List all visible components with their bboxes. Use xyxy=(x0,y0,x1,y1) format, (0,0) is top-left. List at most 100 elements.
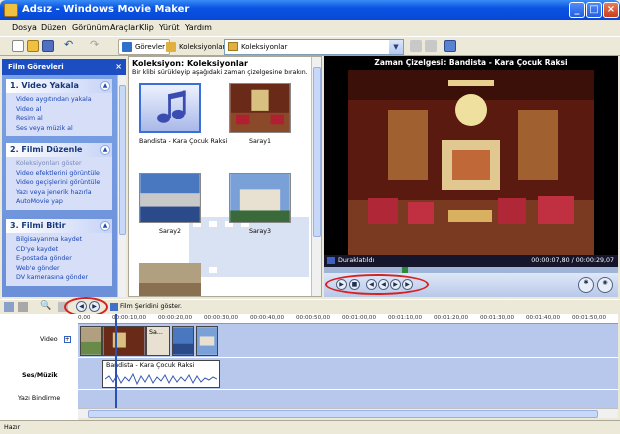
title-overlay-track-label: Yazı Bindirme xyxy=(18,395,61,402)
redo-icon[interactable]: ↷ xyxy=(90,39,102,52)
expand-track-icon[interactable]: + xyxy=(63,336,71,343)
show-storyboard-link[interactable]: Film Şeridini göster. xyxy=(120,303,182,310)
task-link[interactable]: DV kamerasına gönder xyxy=(16,273,108,283)
partial-clip-thumbnail[interactable] xyxy=(139,263,201,297)
close-icon[interactable]: × xyxy=(115,62,122,71)
task-link[interactable]: Ses veya müzik al xyxy=(16,124,108,134)
menu-play[interactable]: Yürüt xyxy=(159,23,180,32)
video-clip[interactable] xyxy=(80,326,102,356)
next-frame-button[interactable]: ▶ xyxy=(402,279,413,290)
task-link[interactable]: E-postada gönder xyxy=(16,254,108,264)
zoom-out-icon[interactable] xyxy=(58,302,68,312)
timeline-tracks: Sa... Bandista - Kara Çocuk Raksi xyxy=(78,324,618,408)
up-folder-icon[interactable] xyxy=(410,40,422,52)
undo-icon[interactable]: ↶ xyxy=(64,39,76,52)
video-track[interactable]: Sa... xyxy=(78,324,618,358)
new-folder-icon[interactable] xyxy=(425,40,437,52)
task-link[interactable]: Video al xyxy=(16,105,108,115)
menu-edit[interactable]: Düzen xyxy=(41,23,66,32)
chevron-up-icon[interactable]: ▲ xyxy=(100,81,110,91)
zoom-in-icon[interactable]: 🔍 xyxy=(40,302,51,312)
audio-clip[interactable]: Bandista - Kara Çocuk Raksi xyxy=(102,360,220,388)
close-button[interactable]: × xyxy=(603,2,619,18)
open-folder-icon[interactable] xyxy=(27,40,39,52)
rewind-timeline-button[interactable]: ◀ xyxy=(76,301,87,312)
scrollbar-thumb[interactable] xyxy=(119,85,126,235)
clip-saray1[interactable]: Saray1 xyxy=(229,83,291,145)
video-clip[interactable] xyxy=(196,326,218,356)
split-clip-icon[interactable]: ✱ xyxy=(578,277,594,293)
minimize-button[interactable]: _ xyxy=(569,2,585,18)
task-link[interactable]: Resim al xyxy=(16,114,108,124)
audio-track-label: Ses/Müzik xyxy=(22,372,58,379)
menu-bar: Dosya Düzen Görünüm Araçlar Klip Yürüt Y… xyxy=(0,20,620,36)
task-link[interactable]: Yazı veya jenerik hazırla xyxy=(16,188,108,198)
save-icon[interactable] xyxy=(42,40,54,52)
timeline-toolbar: 🔍 ◀ ▶ Film Şeridini göster. xyxy=(0,299,620,314)
play-timeline-button[interactable]: ▶ xyxy=(89,301,100,312)
clip-saray2[interactable]: Saray2 xyxy=(139,173,201,235)
video-clip[interactable] xyxy=(172,326,194,356)
task-link[interactable]: Koleksiyonları göster xyxy=(16,159,108,169)
narrate-icon[interactable] xyxy=(18,302,28,312)
clip-saray3[interactable]: Saray3 xyxy=(229,173,291,235)
task-link[interactable]: Web'e gönder xyxy=(16,264,108,274)
video-clip[interactable] xyxy=(102,326,146,356)
palace-gate-thumbnail xyxy=(229,173,291,223)
task-link[interactable]: Video efektlerini görüntüle xyxy=(16,169,108,179)
views-icon[interactable] xyxy=(444,40,456,52)
task-link[interactable]: Video aygıtından yakala xyxy=(16,95,108,105)
take-picture-icon[interactable]: ◉ xyxy=(597,277,613,293)
menu-help[interactable]: Yardım xyxy=(185,23,212,32)
tasks-icon xyxy=(122,42,132,52)
movie-maker-app-icon[interactable] xyxy=(4,3,18,17)
audio-track[interactable]: Bandista - Kara Çocuk Raksi xyxy=(78,358,618,390)
movie-tasks-pane: Film Görevleri × 1. Video Yakala ▲ Video… xyxy=(2,59,126,297)
play-button[interactable]: ▶ xyxy=(336,279,347,290)
scrollbar-thumb[interactable] xyxy=(313,67,321,237)
task-link[interactable]: Video geçişlerini görüntüle xyxy=(16,178,108,188)
menu-view[interactable]: Görünüm xyxy=(72,23,109,32)
collection-scrollbar[interactable] xyxy=(311,57,321,296)
dropdown-arrow-icon[interactable]: ▼ xyxy=(389,40,403,54)
chevron-up-icon[interactable]: ▲ xyxy=(100,145,110,155)
tasks-pane-scrollbar[interactable] xyxy=(117,75,126,297)
maximize-button[interactable]: □ xyxy=(586,2,602,18)
fast-forward-button[interactable]: ▶ xyxy=(390,279,401,290)
timeline-playhead[interactable] xyxy=(115,314,117,408)
window-title: Adsız - Windows Movie Maker xyxy=(22,4,190,15)
timeline-ruler[interactable]: 0,00 00:00:10,00 00:00:20,00 00:00:30,00… xyxy=(78,314,618,324)
playback-time: 00:00:07,80 / 00:00:29,07 xyxy=(531,257,614,264)
task-link[interactable]: CD'ye kaydet xyxy=(16,245,108,255)
ruler-tick-label: 00:01:50,00 xyxy=(572,315,607,321)
section-capture-header[interactable]: 1. Video Yakala ▲ xyxy=(6,79,112,93)
storyboard-icon[interactable] xyxy=(4,302,14,312)
storyboard-toggle-icon[interactable] xyxy=(110,303,118,311)
scrollbar-thumb[interactable] xyxy=(88,410,598,418)
palace-room-thumbnail xyxy=(229,83,291,133)
pause-status-icon xyxy=(327,257,335,264)
section-finish-header[interactable]: 3. Filmi Bitir ▲ xyxy=(6,219,112,233)
clip-bandista[interactable]: Bandista - Kara Çocuk Raksi xyxy=(139,83,228,145)
task-link[interactable]: Bilgisayarıma kaydet xyxy=(16,235,108,245)
menu-file[interactable]: Dosya xyxy=(12,23,37,32)
task-link[interactable]: AutoMovie yap xyxy=(16,197,108,207)
collections-button[interactable]: Koleksiyonlar xyxy=(162,39,230,55)
clip-label: Bandista - Kara Çocuk Raksi xyxy=(139,138,228,145)
collections-dropdown[interactable]: Koleksiyonlar ▼ xyxy=(224,39,404,55)
ruler-tick-label: 00:00:50,00 xyxy=(296,315,331,321)
menu-clip[interactable]: Klip xyxy=(139,23,154,32)
rewind-button[interactable]: ◀ xyxy=(378,279,389,290)
clip-label: Saray2 xyxy=(158,228,182,235)
video-clip[interactable]: Sa... xyxy=(146,326,170,356)
stop-button[interactable]: ■ xyxy=(349,279,360,290)
new-project-icon[interactable] xyxy=(12,40,24,52)
timeline-scrollbar[interactable] xyxy=(78,408,618,418)
section-edit-header[interactable]: 2. Filmi Düzenle ▲ xyxy=(6,143,112,157)
previous-frame-button[interactable]: ◀ xyxy=(366,279,377,290)
menu-tools[interactable]: Araçlar xyxy=(110,23,138,32)
tasks-pane-header: Film Görevleri × xyxy=(2,59,126,75)
title-overlay-track[interactable] xyxy=(78,390,618,408)
ruler-tick-label: 00:00:40,00 xyxy=(250,315,285,321)
chevron-up-icon[interactable]: ▲ xyxy=(100,221,110,231)
